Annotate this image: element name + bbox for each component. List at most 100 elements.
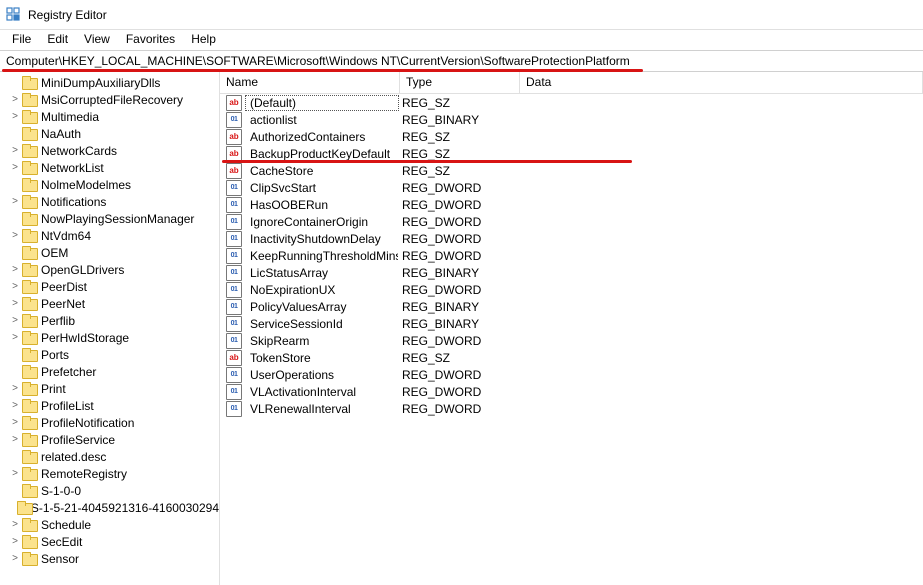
value-type: REG_SZ xyxy=(398,147,518,161)
value-name: UserOperations xyxy=(246,368,398,382)
menu-favorites[interactable]: Favorites xyxy=(118,30,183,50)
tree-item[interactable]: >PerHwIdStorage xyxy=(0,329,219,346)
value-row[interactable]: TokenStoreREG_SZ xyxy=(220,349,923,366)
expander-icon[interactable]: > xyxy=(8,162,22,173)
tree-item[interactable]: >NetworkList xyxy=(0,159,219,176)
tree-item-label: OpenGLDrivers xyxy=(41,263,124,277)
expander-icon[interactable]: > xyxy=(8,417,22,428)
expander-icon[interactable]: > xyxy=(8,383,22,394)
tree-item[interactable]: >ProfileNotification xyxy=(0,414,219,431)
col-type[interactable]: Type xyxy=(400,72,520,93)
string-value-icon xyxy=(226,350,242,366)
value-row[interactable]: ServiceSessionIdREG_BINARY xyxy=(220,315,923,332)
tree-item-label: PeerNet xyxy=(41,297,85,311)
tree-item[interactable]: > ProfileService xyxy=(0,431,219,448)
expander-icon[interactable]: > xyxy=(8,332,22,343)
tree-item[interactable]: >SecEdit xyxy=(0,533,219,550)
value-type: REG_SZ xyxy=(398,351,518,365)
expander-icon[interactable]: > xyxy=(8,281,22,292)
tree-item[interactable]: NolmeModelmes xyxy=(0,176,219,193)
value-name: TokenStore xyxy=(246,351,398,365)
tree-item[interactable]: >Schedule xyxy=(0,516,219,533)
value-name: NoExpirationUX xyxy=(246,283,398,297)
tree-item[interactable]: NaAuth xyxy=(0,125,219,142)
menu-edit[interactable]: Edit xyxy=(39,30,76,50)
col-data[interactable]: Data xyxy=(520,72,923,93)
values-pane[interactable]: Name Type Data (Default)REG_SZactionlist… xyxy=(220,72,923,585)
value-row[interactable]: IgnoreContainerOriginREG_DWORD xyxy=(220,213,923,230)
expander-icon[interactable]: > xyxy=(8,298,22,309)
tree-pane[interactable]: MiniDumpAuxiliaryDlls>MsiCorruptedFileRe… xyxy=(0,72,220,585)
tree-item[interactable]: >Perflib xyxy=(0,312,219,329)
menu-file[interactable]: File xyxy=(4,30,39,50)
value-row[interactable]: InactivityShutdownDelayREG_DWORD xyxy=(220,230,923,247)
value-row[interactable]: ClipSvcStartREG_DWORD xyxy=(220,179,923,196)
value-type: REG_SZ xyxy=(398,164,518,178)
tree-item[interactable]: >NetworkCards xyxy=(0,142,219,159)
value-row[interactable]: AuthorizedContainersREG_SZ xyxy=(220,128,923,145)
expander-icon[interactable]: > xyxy=(8,434,22,445)
value-row[interactable]: CacheStoreREG_SZ xyxy=(220,162,923,179)
expander-icon[interactable]: > xyxy=(8,536,22,547)
tree-item[interactable]: >RemoteRegistry xyxy=(0,465,219,482)
tree-item[interactable]: >PeerDist xyxy=(0,278,219,295)
value-row[interactable]: KeepRunningThresholdMinsREG_DWORD xyxy=(220,247,923,264)
value-row[interactable]: actionlistREG_BINARY xyxy=(220,111,923,128)
tree-item[interactable]: > PeerNet xyxy=(0,295,219,312)
folder-icon xyxy=(22,348,38,362)
tree-item[interactable]: >MsiCorruptedFileRecovery xyxy=(0,91,219,108)
tree-item[interactable]: MiniDumpAuxiliaryDlls xyxy=(0,74,219,91)
tree-item[interactable]: >Multimedia xyxy=(0,108,219,125)
tree-item-label: ProfileService xyxy=(41,433,115,447)
binary-value-icon xyxy=(226,316,242,332)
value-row[interactable]: HasOOBERunREG_DWORD xyxy=(220,196,923,213)
folder-icon xyxy=(22,110,38,124)
value-row[interactable]: PolicyValuesArrayREG_BINARY xyxy=(220,298,923,315)
col-name[interactable]: Name xyxy=(220,72,400,93)
folder-icon xyxy=(22,450,38,464)
tree-item[interactable]: >Print xyxy=(0,380,219,397)
string-value-icon xyxy=(226,95,242,111)
tree-item[interactable]: >NtVdm64 xyxy=(0,227,219,244)
value-row[interactable]: NoExpirationUXREG_DWORD xyxy=(220,281,923,298)
expander-icon[interactable]: > xyxy=(8,111,22,122)
menu-view[interactable]: View xyxy=(76,30,118,50)
tree-item[interactable]: S-1-5-21-4045921316-4160030294 xyxy=(0,499,219,516)
value-row[interactable]: UserOperationsREG_DWORD xyxy=(220,366,923,383)
expander-icon[interactable]: > xyxy=(8,145,22,156)
tree-item[interactable]: NowPlayingSessionManager xyxy=(0,210,219,227)
address-input[interactable] xyxy=(0,51,923,71)
tree-item-label: MiniDumpAuxiliaryDlls xyxy=(41,76,160,90)
value-row[interactable]: VLRenewalIntervalREG_DWORD xyxy=(220,400,923,417)
tree-item[interactable]: Prefetcher xyxy=(0,363,219,380)
annotation-underline-backupkey xyxy=(222,160,632,163)
tree-item-label: Notifications xyxy=(41,195,106,209)
value-row[interactable]: VLActivationIntervalREG_DWORD xyxy=(220,383,923,400)
expander-icon[interactable]: > xyxy=(8,519,22,530)
tree-item[interactable]: >ProfileList xyxy=(0,397,219,414)
expander-icon[interactable]: > xyxy=(8,230,22,241)
tree-item[interactable]: OEM xyxy=(0,244,219,261)
expander-icon[interactable]: > xyxy=(8,94,22,105)
value-row[interactable]: SkipRearmREG_DWORD xyxy=(220,332,923,349)
expander-icon[interactable]: > xyxy=(8,264,22,275)
tree-item[interactable]: > OpenGLDrivers xyxy=(0,261,219,278)
tree-item[interactable]: > Sensor xyxy=(0,550,219,567)
tree-item[interactable]: S-1-0-0 xyxy=(0,482,219,499)
value-row[interactable]: LicStatusArrayREG_BINARY xyxy=(220,264,923,281)
folder-icon xyxy=(22,314,38,328)
tree-item-label: Sensor xyxy=(41,552,79,566)
expander-icon[interactable]: > xyxy=(8,400,22,411)
expander-icon[interactable]: > xyxy=(8,553,22,564)
expander-icon[interactable]: > xyxy=(8,196,22,207)
tree-item[interactable]: > Notifications xyxy=(0,193,219,210)
value-row[interactable]: (Default)REG_SZ xyxy=(220,94,923,111)
expander-icon[interactable]: > xyxy=(8,315,22,326)
tree-item-label: NaAuth xyxy=(41,127,81,141)
expander-icon[interactable]: > xyxy=(8,468,22,479)
tree-item[interactable]: related.desc xyxy=(0,448,219,465)
tree-item[interactable]: Ports xyxy=(0,346,219,363)
tree-item-label: related.desc xyxy=(41,450,106,464)
folder-icon xyxy=(22,416,38,430)
menu-help[interactable]: Help xyxy=(183,30,224,50)
